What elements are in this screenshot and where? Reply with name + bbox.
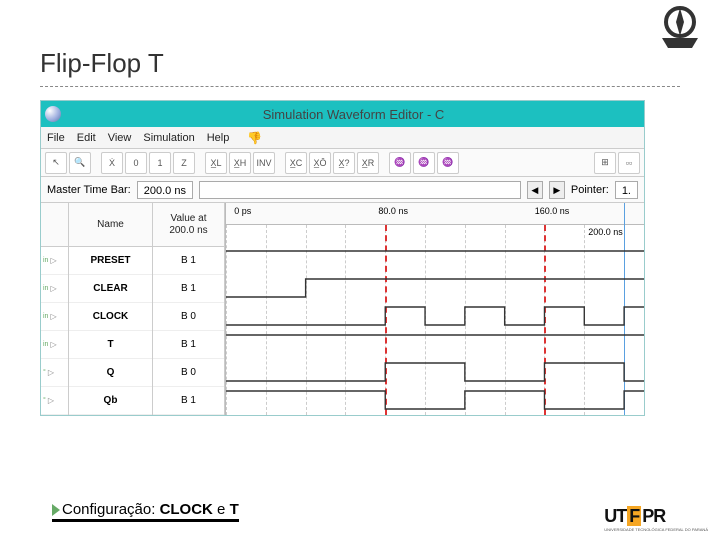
ruler-tick-label: 0 ps: [234, 206, 251, 216]
zoom-out-button[interactable]: 🔍: [69, 152, 91, 174]
menu-file[interactable]: File: [47, 132, 65, 144]
weak-low-button[interactable]: X̲L: [205, 152, 227, 174]
signal-name[interactable]: Q: [69, 359, 152, 387]
menu-edit[interactable]: Edit: [77, 132, 96, 144]
signal-name[interactable]: Qb: [69, 387, 152, 415]
waveform-editor-window: Simulation Waveform Editor - C File Edit…: [40, 100, 645, 416]
invert-button[interactable]: INV: [253, 152, 275, 174]
signal-handle[interactable]: in▷: [41, 275, 68, 303]
force-z-button[interactable]: Z: [173, 152, 195, 174]
ruler-tick-label: 80.0 ns: [378, 206, 408, 216]
master-time-label: Master Time Bar:: [47, 184, 131, 196]
force-high-button[interactable]: 1: [149, 152, 171, 174]
ruler-tick-label: 160.0 ns: [535, 206, 570, 216]
title-divider: [40, 86, 680, 87]
waveform-row-q[interactable]: [226, 359, 644, 387]
waveform-row-clear[interactable]: [226, 275, 644, 303]
waveform-row-preset[interactable]: [226, 247, 644, 275]
signal-handle[interactable]: °▷: [41, 359, 68, 387]
wave2-button[interactable]: ♒: [413, 152, 435, 174]
signal-table: in▷ in▷ in▷ in▷ °▷ °▷ Name PRESET CLEAR …: [41, 203, 226, 415]
signal-handle[interactable]: in▷: [41, 303, 68, 331]
force-unknown-button[interactable]: Ẋ: [101, 152, 123, 174]
time-ruler: 0 ps 80.0 ns 160.0 ns 200.0 ns: [226, 203, 644, 225]
menu-help[interactable]: Help: [207, 132, 230, 144]
waveform-row-qb[interactable]: [226, 387, 644, 415]
col-header-value: Value at 200.0 ns: [153, 203, 224, 247]
window-titlebar: Simulation Waveform Editor - C: [41, 101, 644, 127]
time-nav-left-button[interactable]: ◀: [527, 181, 543, 199]
waveform-pane[interactable]: 0 ps 80.0 ns 160.0 ns 200.0 ns: [226, 203, 644, 415]
signal-value: B 1: [153, 275, 224, 303]
col-header-handle: [41, 203, 68, 247]
signal-handle[interactable]: in▷: [41, 331, 68, 359]
signal-value: B 1: [153, 331, 224, 359]
xr-button[interactable]: X̲R: [357, 152, 379, 174]
time-nav-right-button[interactable]: ▶: [549, 181, 565, 199]
wave1-button[interactable]: ♒: [389, 152, 411, 174]
count-button[interactable]: X̲C: [285, 152, 307, 174]
pointer-field[interactable]: 1.: [615, 181, 638, 199]
signal-value: B 0: [153, 303, 224, 331]
caption-bullet-icon: [52, 504, 60, 516]
signal-name[interactable]: T: [69, 331, 152, 359]
window-title: Simulation Waveform Editor - C: [67, 107, 640, 122]
signal-value: B 0: [153, 359, 224, 387]
col-header-name: Name: [69, 203, 152, 247]
time-bar: Master Time Bar: 200.0 ns ◀ ▶ Pointer: 1…: [41, 177, 644, 203]
signal-value: B 1: [153, 247, 224, 275]
snap-button[interactable]: ▫▫: [618, 152, 640, 174]
pointer-tool-button[interactable]: ↖: [45, 152, 67, 174]
waveform-row-t[interactable]: [226, 331, 644, 359]
signal-name[interactable]: CLEAR: [69, 275, 152, 303]
page-title: Flip-Flop T: [40, 48, 164, 79]
grid-button[interactable]: ⊞: [594, 152, 616, 174]
pointer-label: Pointer:: [571, 184, 609, 196]
signal-name[interactable]: PRESET: [69, 247, 152, 275]
waveform-row-clock[interactable]: [226, 303, 644, 331]
waveform-area: in▷ in▷ in▷ in▷ °▷ °▷ Name PRESET CLEAR …: [41, 203, 644, 415]
time-slider[interactable]: [199, 181, 521, 199]
menu-bar: File Edit View Simulation Help 👎: [41, 127, 644, 149]
utfpr-logo: UTFPR UNIVERSIDADE TECNOLÓGICA FEDERAL D…: [604, 506, 708, 532]
menu-simulation[interactable]: Simulation: [143, 132, 194, 144]
signal-value: B 1: [153, 387, 224, 415]
slide-caption: Configuração: CLOCK e T: [52, 501, 239, 522]
signal-handle[interactable]: °▷: [41, 387, 68, 415]
signal-handle[interactable]: in▷: [41, 247, 68, 275]
app-icon: [45, 106, 61, 122]
force-low-button[interactable]: 0: [125, 152, 147, 174]
feedback-icon[interactable]: 👎: [247, 131, 262, 145]
overwrite-button[interactable]: X̲Ō: [309, 152, 331, 174]
signal-name[interactable]: CLOCK: [69, 303, 152, 331]
wave3-button[interactable]: ♒: [437, 152, 459, 174]
weak-high-button[interactable]: X̲H: [229, 152, 251, 174]
master-time-field[interactable]: 200.0 ns: [137, 181, 193, 199]
menu-view[interactable]: View: [108, 132, 132, 144]
institution-logo-icon: [652, 2, 708, 52]
random-button[interactable]: X̲?: [333, 152, 355, 174]
toolbar: ↖ 🔍 Ẋ 0 1 Z X̲L X̲H INV X̲C X̲Ō X̲? X̲R …: [41, 149, 644, 177]
